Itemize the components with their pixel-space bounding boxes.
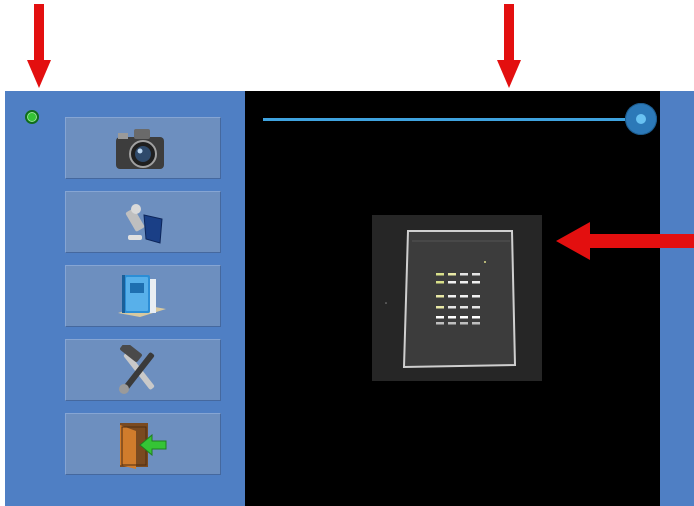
sidebar [5,91,245,506]
app-window [5,91,694,506]
exit-button[interactable] [65,413,221,475]
camera-button[interactable] [65,117,221,179]
right-panel-strip [660,91,694,506]
lamp-icon [125,204,163,244]
annotation-arrow-left [556,222,694,260]
image-viewer [245,91,660,506]
book-icon [118,275,166,317]
settings-button[interactable] [65,339,221,401]
gel-image [372,215,542,381]
camera-icon [116,129,164,169]
exposure-slider-handle[interactable] [625,103,657,135]
tools-icon [119,345,155,394]
lamp-button[interactable] [65,191,221,253]
manual-button[interactable] [65,265,221,327]
exit-door-icon [120,423,167,469]
annotation-arrow-down-center [497,4,521,88]
annotation-arrow-down-left [27,4,51,88]
status-indicator [25,110,39,124]
exposure-slider-track[interactable] [263,118,643,121]
